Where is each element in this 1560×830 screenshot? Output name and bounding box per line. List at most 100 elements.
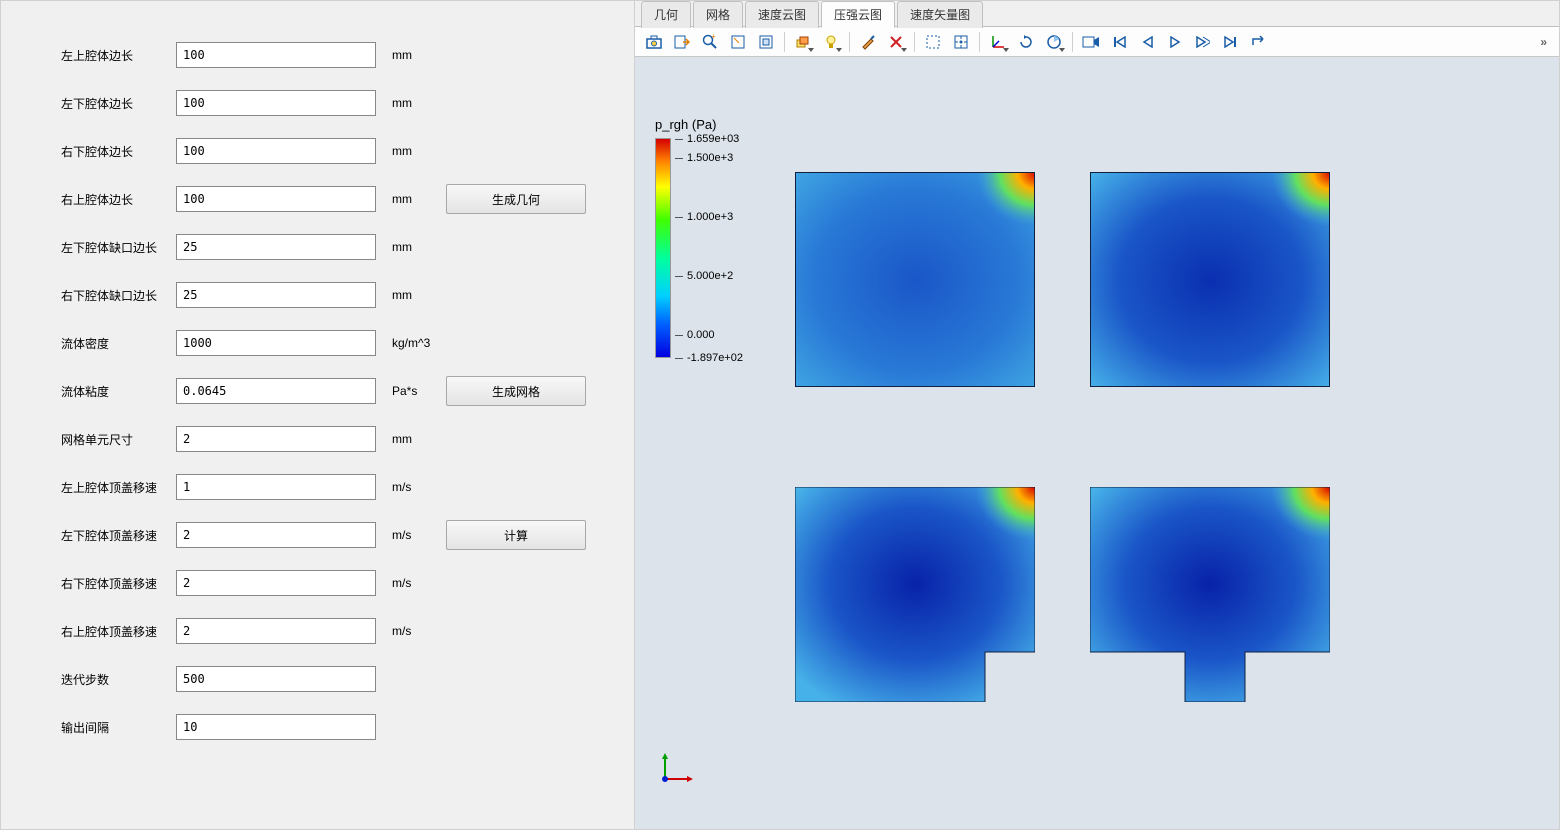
param-unit: kg/m^3 — [376, 336, 446, 350]
cavity-bottom-right — [1090, 487, 1330, 702]
action-button[interactable]: 计算 — [446, 520, 586, 550]
form-row: 左上腔体顶盖移速m/s — [61, 463, 624, 511]
rotate-icon[interactable] — [1013, 30, 1039, 54]
param-input[interactable] — [176, 618, 376, 644]
param-unit: mm — [376, 192, 446, 206]
param-unit: mm — [376, 48, 446, 62]
step-forward-icon[interactable] — [1190, 30, 1216, 54]
param-label: 右上腔体边长 — [61, 191, 176, 208]
param-input[interactable] — [176, 42, 376, 68]
axis-triad-icon — [655, 749, 695, 789]
form-row: 左下腔体缺口边长mm — [61, 223, 624, 271]
form-row: 右下腔体缺口边长 mm — [61, 271, 624, 319]
delete-x-icon[interactable] — [883, 30, 909, 54]
param-unit: m/s — [376, 576, 446, 590]
param-label: 左下腔体边长 — [61, 95, 176, 112]
param-unit: mm — [376, 96, 446, 110]
param-input[interactable] — [176, 234, 376, 260]
axes-icon[interactable] — [985, 30, 1011, 54]
param-label: 左下腔体顶盖移速 — [61, 527, 176, 544]
tab[interactable]: 几何 — [641, 1, 691, 28]
skip-first-icon[interactable] — [1106, 30, 1132, 54]
layers-icon[interactable] — [790, 30, 816, 54]
camera-video-icon[interactable] — [1078, 30, 1104, 54]
param-label: 流体密度 — [61, 335, 176, 352]
legend-tick-max: 1.659e+03 — [675, 133, 739, 145]
legend-tick-min: -1.897e+02 — [675, 352, 743, 364]
form-row: 右下腔体边长mm — [61, 127, 624, 175]
cavity-bottom-left — [795, 487, 1035, 702]
param-label: 左下腔体缺口边长 — [61, 239, 176, 256]
form-row: 左下腔体顶盖移速 m/s计算 — [61, 511, 624, 559]
lightbulb-icon[interactable] — [818, 30, 844, 54]
color-legend: p_rgh (Pa) 1.659e+03 1.500e+3 1.000e+3 5… — [655, 117, 755, 358]
param-input[interactable] — [176, 282, 376, 308]
fit-window-icon[interactable] — [753, 30, 779, 54]
form-row: 网格单元尺寸mm — [61, 415, 624, 463]
toolbar: + » — [635, 27, 1559, 57]
step-back-icon[interactable] — [1134, 30, 1160, 54]
marquee-icon[interactable] — [920, 30, 946, 54]
param-label: 右上腔体顶盖移速 — [61, 623, 176, 640]
action-button[interactable]: 生成几何 — [446, 184, 586, 214]
param-input[interactable] — [176, 186, 376, 212]
param-input[interactable] — [176, 522, 376, 548]
param-unit: mm — [376, 288, 446, 302]
zoom-plus-icon[interactable]: + — [697, 30, 723, 54]
param-input[interactable] — [176, 474, 376, 500]
form-row: 输出间隔 — [61, 703, 624, 751]
param-label: 网格单元尺寸 — [61, 431, 176, 448]
param-label: 输出间隔 — [61, 719, 176, 736]
rect-select-icon[interactable] — [725, 30, 751, 54]
param-input[interactable] — [176, 666, 376, 692]
param-input[interactable] — [176, 714, 376, 740]
param-label: 右下腔体顶盖移速 — [61, 575, 176, 592]
form-row: 左下腔体边长 mm — [61, 79, 624, 127]
brush-icon[interactable] — [855, 30, 881, 54]
tab[interactable]: 压强云图 — [821, 1, 895, 28]
param-label: 迭代步数 — [61, 671, 176, 688]
legend-tick: 0.000 — [675, 329, 715, 341]
form-row: 迭代步数 — [61, 655, 624, 703]
legend-tick: 1.500e+3 — [675, 152, 733, 164]
app-root: 左上腔体边长mm左下腔体边长mm右下腔体边长mm右上腔体边长mm生成几何左下腔体… — [0, 0, 1560, 830]
tab-bar: 几何网格速度云图压强云图速度矢量图 — [635, 1, 1559, 27]
cavity-top-left — [795, 172, 1035, 387]
param-unit: m/s — [376, 624, 446, 638]
param-input[interactable] — [176, 330, 376, 356]
export-icon[interactable] — [669, 30, 695, 54]
skip-last-icon[interactable] — [1218, 30, 1244, 54]
param-unit: m/s — [376, 528, 446, 542]
param-label: 左上腔体顶盖移速 — [61, 479, 176, 496]
parameter-panel: 左上腔体边长mm左下腔体边长mm右下腔体边长mm右上腔体边长mm生成几何左下腔体… — [0, 0, 635, 830]
action-button[interactable]: 生成网格 — [446, 376, 586, 406]
param-label: 右下腔体缺口边长 — [61, 287, 176, 304]
param-input[interactable] — [176, 378, 376, 404]
center-target-icon[interactable] — [948, 30, 974, 54]
form-row: 流体粘度 Pa*s生成网格 — [61, 367, 624, 415]
tab[interactable]: 速度云图 — [745, 1, 819, 28]
param-input[interactable] — [176, 426, 376, 452]
param-unit: mm — [376, 144, 446, 158]
form-row: 右上腔体顶盖移速 m/s — [61, 607, 624, 655]
toolbar-overflow[interactable]: » — [1534, 35, 1553, 49]
play-icon[interactable] — [1162, 30, 1188, 54]
param-label: 流体粘度 — [61, 383, 176, 400]
param-input[interactable] — [176, 90, 376, 116]
tab[interactable]: 网格 — [693, 1, 743, 28]
tab[interactable]: 速度矢量图 — [897, 1, 983, 28]
viewport[interactable]: p_rgh (Pa) 1.659e+03 1.500e+3 1.000e+3 5… — [635, 57, 1559, 829]
loop-icon[interactable] — [1246, 30, 1272, 54]
legend-tick: 5.000e+2 — [675, 270, 733, 282]
form-row: 流体密度 kg/m^3 — [61, 319, 624, 367]
legend-title: p_rgh (Pa) — [655, 117, 755, 132]
visualization-panel: 几何网格速度云图压强云图速度矢量图 + — [635, 0, 1560, 830]
param-unit: Pa*s — [376, 384, 446, 398]
pie-rotate-icon[interactable] — [1041, 30, 1067, 54]
param-input[interactable] — [176, 138, 376, 164]
param-input[interactable] — [176, 570, 376, 596]
param-label: 左上腔体边长 — [61, 47, 176, 64]
form-row: 右下腔体顶盖移速 m/s — [61, 559, 624, 607]
legend-colorbar — [655, 138, 671, 358]
camera-icon[interactable] — [641, 30, 667, 54]
